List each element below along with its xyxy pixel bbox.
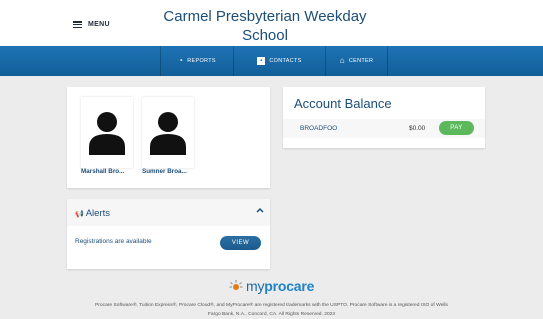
student-tile[interactable] bbox=[142, 97, 194, 168]
nav-item-center[interactable]: ⌂ CENTER bbox=[326, 46, 388, 76]
alerts-title: Alerts bbox=[85, 208, 111, 219]
nav-item-reports[interactable]: ◔ REPORTS bbox=[160, 46, 234, 76]
nav-item-label: CONTACTS bbox=[269, 58, 302, 64]
menu-label: MENU bbox=[88, 21, 110, 28]
page-title: Carmel Presbyterian Weekday School bbox=[163, 8, 367, 44]
building-icon: ⌂ bbox=[339, 56, 345, 65]
student-tile[interactable] bbox=[81, 97, 133, 168]
nav-item-contacts[interactable]: ▪ CONTACTS bbox=[234, 46, 326, 76]
speedometer-icon: ◔ bbox=[178, 56, 184, 65]
alerts-card: 📢 Alerts Registrations are available VIE… bbox=[67, 199, 270, 269]
app-header: MENU Carmel Presbyterian Weekday School bbox=[0, 0, 543, 46]
pay-button[interactable]: PAY bbox=[439, 121, 474, 135]
view-button[interactable]: VIEW bbox=[220, 236, 261, 250]
nav-item-label: REPORTS bbox=[187, 58, 216, 64]
contact-card-icon: ▪ bbox=[257, 57, 266, 65]
account-balance-title: Account Balance bbox=[294, 96, 392, 111]
copyright-line: Procare Software®, Tuition Express®, Pro… bbox=[95, 303, 448, 308]
account-balance-card: Account Balance BROADFOO $0.00 PAY bbox=[283, 87, 485, 148]
nav-item-label: CENTER bbox=[348, 58, 374, 64]
logo-prefix: my bbox=[246, 278, 265, 294]
megaphone-icon: 📢 bbox=[75, 210, 84, 218]
students-card: Marshall Bro... Sumner Broa... bbox=[67, 87, 270, 188]
menu-button[interactable]: MENU bbox=[73, 21, 110, 28]
account-row: BROADFOO $0.00 PAY bbox=[283, 119, 485, 138]
person-silhouette-icon bbox=[89, 112, 125, 155]
person-silhouette-icon bbox=[150, 112, 186, 155]
hamburger-icon bbox=[73, 21, 82, 28]
sun-logo-icon bbox=[229, 280, 243, 290]
account-amount: $0.00 bbox=[409, 125, 426, 132]
copyright-text: Procare Software®, Tuition Express®, Pro… bbox=[70, 301, 473, 319]
alerts-header[interactable]: 📢 Alerts bbox=[67, 199, 270, 226]
student-name[interactable]: Sumner Broa... bbox=[142, 168, 187, 175]
student-name[interactable]: Marshall Bro... bbox=[81, 168, 124, 175]
alert-message: Registrations are available bbox=[75, 238, 152, 245]
chevron-up-icon[interactable] bbox=[256, 207, 264, 213]
copyright-line: Fargo Bank, N.A., Concord, CA. All Right… bbox=[207, 312, 336, 317]
top-nav: ◔ REPORTS ▪ CONTACTS ⌂ CENTER bbox=[0, 46, 543, 76]
account-name: BROADFOO bbox=[300, 125, 338, 132]
procare-logo: myprocare bbox=[229, 278, 314, 294]
logo-suffix: procare bbox=[264, 278, 315, 294]
